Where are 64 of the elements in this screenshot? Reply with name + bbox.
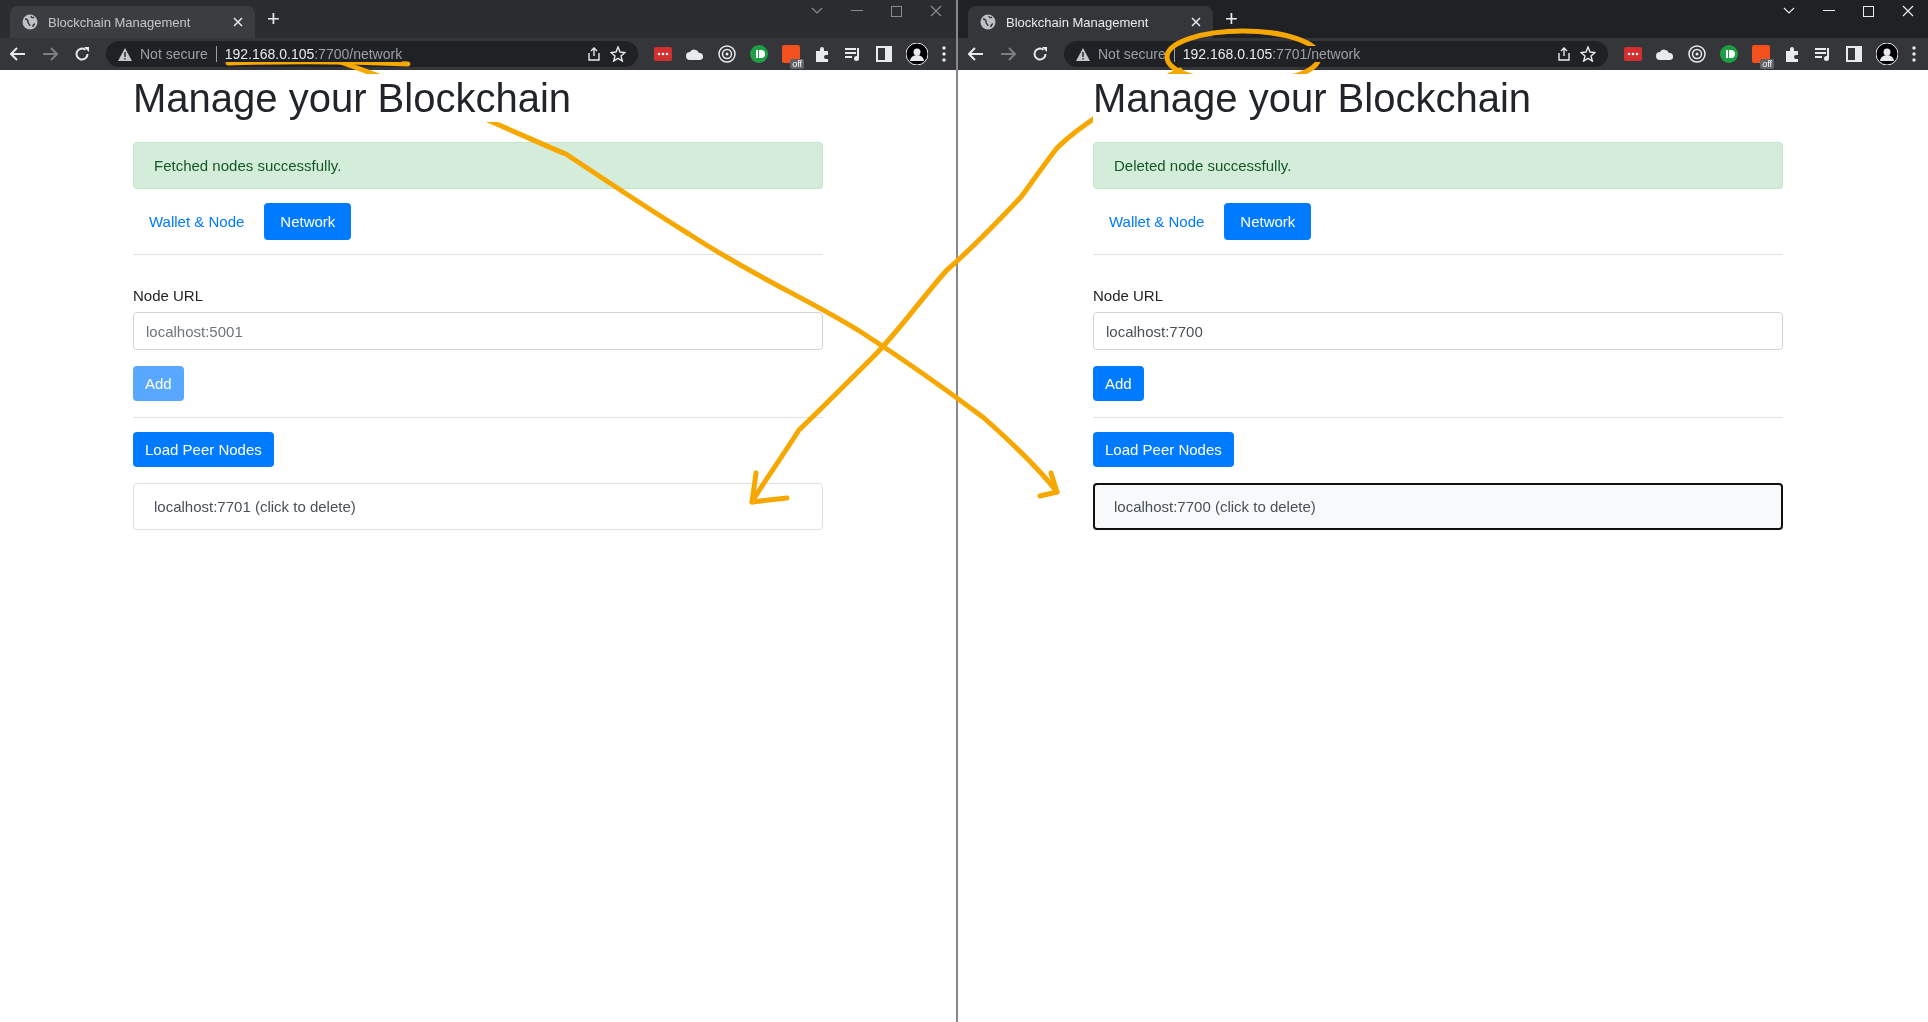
cloud-icon[interactable]	[686, 48, 704, 60]
playlist-icon[interactable]	[1814, 46, 1832, 62]
circle-extension-icon[interactable]	[1720, 45, 1738, 63]
forward-arrow-icon[interactable]	[1000, 47, 1016, 61]
peer-node-item[interactable]: localhost:7700 (click to delete)	[1093, 483, 1783, 530]
url-text: 192.168.0.105:7701/network	[1182, 46, 1361, 62]
cloud-icon[interactable]	[1656, 48, 1674, 60]
page-heading: Manage your Blockchain	[1093, 74, 1532, 122]
menu-icon[interactable]	[1912, 46, 1916, 62]
share-icon[interactable]	[1556, 47, 1572, 61]
browser-tab[interactable]: Blockchain Management	[10, 6, 255, 38]
warning-icon	[118, 47, 132, 61]
extension-badge: off	[790, 59, 804, 69]
reload-icon[interactable]	[1032, 46, 1048, 62]
globe-icon	[22, 14, 38, 30]
forward-arrow-icon[interactable]	[42, 47, 58, 61]
new-tab-button[interactable]: +	[1225, 6, 1238, 32]
peer-node-item[interactable]: localhost:7701 (click to delete)	[133, 483, 823, 530]
address-bar[interactable]: Not secure 192.168.0.105:7700/network	[106, 41, 638, 67]
security-label[interactable]: Not secure	[1098, 46, 1166, 62]
target-icon[interactable]	[1688, 45, 1706, 63]
new-tab-button[interactable]: +	[267, 6, 280, 32]
reload-icon[interactable]	[74, 46, 90, 62]
minimize-icon[interactable]	[1823, 10, 1835, 12]
warning-icon	[1076, 47, 1090, 61]
extension-badge: off	[1760, 59, 1774, 69]
nav-tab[interactable]: Network	[264, 203, 352, 240]
security-label[interactable]: Not secure	[140, 46, 208, 62]
puzzle-icon[interactable]	[814, 46, 830, 62]
ellipsis-extension-icon[interactable]	[654, 47, 672, 61]
profile-avatar-icon[interactable]	[906, 43, 928, 65]
nav-tab[interactable]: Wallet & Node	[1093, 203, 1221, 240]
field-label: Node URL	[133, 287, 205, 304]
success-alert: Deleted node successfully.	[1093, 142, 1783, 189]
nav-tab[interactable]: Network	[1224, 203, 1312, 240]
page-heading: Manage your Blockchain	[133, 74, 572, 122]
profile-avatar-icon[interactable]	[1876, 43, 1898, 65]
browser-tab[interactable]: Blockchain Management	[968, 6, 1213, 38]
add-button[interactable]: Add	[1093, 366, 1144, 401]
share-icon[interactable]	[586, 47, 602, 61]
globe-icon	[980, 14, 996, 30]
playlist-icon[interactable]	[844, 46, 862, 62]
field-label: Node URL	[1093, 287, 1165, 304]
puzzle-icon[interactable]	[1784, 46, 1800, 62]
back-arrow-icon[interactable]	[10, 47, 26, 61]
tab-title: Blockchain Management	[1006, 14, 1150, 30]
back-arrow-icon[interactable]	[968, 47, 984, 61]
circle-extension-icon[interactable]	[750, 45, 768, 63]
node-url-input[interactable]: localhost:7700	[1093, 312, 1783, 350]
url-text: 192.168.0.105:7700/network	[224, 46, 403, 62]
menu-icon[interactable]	[942, 46, 946, 62]
success-alert: Fetched nodes successfully.	[133, 142, 823, 189]
target-icon[interactable]	[718, 45, 736, 63]
tab-title: Blockchain Management	[48, 14, 192, 30]
ellipsis-extension-icon[interactable]	[1624, 47, 1642, 61]
bookmark-star-icon[interactable]	[610, 46, 626, 62]
load-peer-nodes-button[interactable]: Load Peer Nodes	[1093, 432, 1234, 467]
bookmark-star-icon[interactable]	[1580, 46, 1596, 62]
address-bar[interactable]: Not secure 192.168.0.105:7701/network	[1064, 41, 1608, 67]
side-panel-icon[interactable]	[1846, 46, 1862, 62]
side-panel-icon[interactable]	[876, 46, 892, 62]
node-url-input[interactable]: localhost:5001	[133, 312, 823, 350]
load-peer-nodes-button[interactable]: Load Peer Nodes	[133, 432, 274, 467]
nav-tab[interactable]: Wallet & Node	[133, 203, 261, 240]
